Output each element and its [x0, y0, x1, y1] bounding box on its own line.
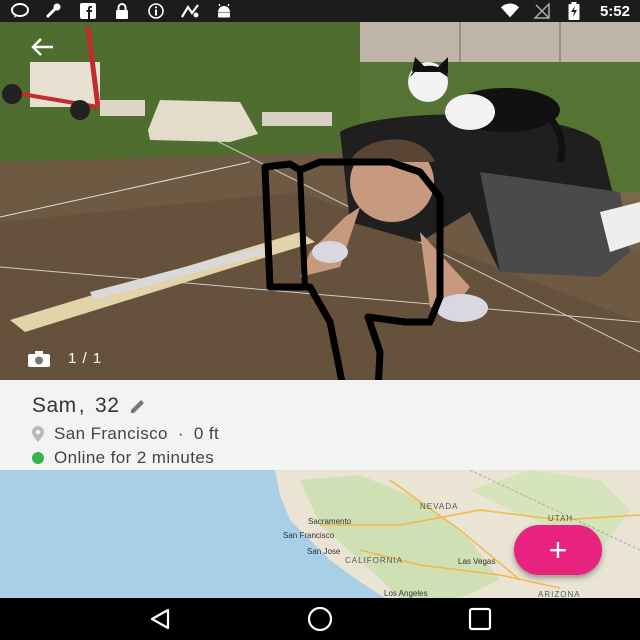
profile-info: Sam , 32 San Francisco · 0 ft Online for…	[0, 380, 640, 470]
map-city-san-francisco: San Francisco	[283, 531, 335, 540]
plus-icon: +	[548, 531, 568, 568]
circle-home-icon	[307, 606, 333, 632]
map-state-arizona: ARIZONA	[538, 590, 581, 598]
signal-off-icon	[532, 3, 552, 19]
cement-bags	[148, 100, 258, 142]
location-row: San Francisco · 0 ft	[32, 424, 608, 444]
square-recents-icon	[468, 607, 492, 631]
map-state-california: CALIFORNIA	[345, 556, 404, 565]
map-city-sacramento: Sacramento	[308, 517, 352, 526]
info-icon	[146, 3, 166, 19]
map-state-nevada: NEVADA	[420, 502, 459, 511]
profile-name: Sam	[32, 394, 77, 417]
location-separator: ·	[177, 424, 184, 443]
camera-icon	[28, 350, 50, 367]
profile-location: San Francisco	[54, 424, 168, 443]
photo-counter: 1 / 1	[28, 350, 102, 367]
back-arrow-icon	[31, 38, 53, 56]
back-button[interactable]	[28, 34, 58, 60]
online-dot-icon	[32, 452, 44, 464]
nav-back-button[interactable]	[140, 604, 180, 634]
photo-scene	[0, 22, 640, 380]
status-time: 5:52	[599, 2, 630, 20]
lock-icon	[112, 3, 132, 19]
wrench-icon	[44, 3, 64, 19]
navigation-bar	[0, 598, 640, 640]
map-city-san-jose: San Jose	[307, 547, 341, 556]
app-icon	[180, 3, 200, 19]
name-separator: ,	[78, 394, 86, 417]
wifi-icon	[500, 3, 520, 19]
status-bar: 5:52	[0, 0, 640, 22]
facebook-icon	[78, 3, 98, 19]
profile-distance: 0 ft	[193, 424, 220, 443]
name-row: Sam , 32	[32, 394, 608, 418]
add-button[interactable]: +	[514, 525, 602, 575]
chat-bubble-icon	[10, 3, 30, 19]
edit-pencil-icon[interactable]	[129, 397, 147, 415]
online-status: Online for 2 minutes	[54, 448, 215, 467]
nav-recents-button[interactable]	[460, 604, 500, 634]
location-pin-icon	[32, 426, 44, 442]
map-city-las-vegas: Las Vegas	[458, 557, 496, 566]
status-row: Online for 2 minutes	[32, 448, 608, 468]
fence	[360, 22, 640, 62]
photo-count-label: 1 / 1	[68, 350, 103, 367]
profile-photo[interactable]: 1 / 1	[0, 22, 640, 380]
triangle-back-icon	[150, 608, 170, 630]
battery-charging-icon	[564, 2, 584, 20]
android-icon	[214, 3, 234, 19]
profile-age: 32	[95, 394, 120, 417]
nav-home-button[interactable]	[300, 604, 340, 634]
map-city-los-angeles: Los Angeles	[384, 589, 428, 598]
map-state-utah: UTAH	[548, 514, 574, 523]
